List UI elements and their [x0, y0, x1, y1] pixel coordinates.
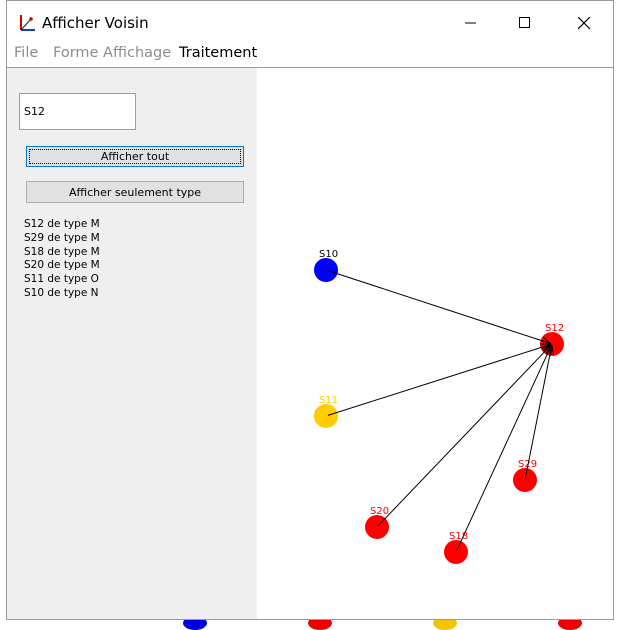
graph-node-s12[interactable]: S12 — [540, 323, 564, 356]
node-label: S20 — [370, 506, 389, 517]
afficher-tout-button[interactable]: Afficher tout — [26, 146, 244, 167]
graph-svg: S10 S12 S11 S29 S20 S18 — [314, 249, 564, 564]
node-circle[interactable] — [444, 540, 468, 564]
app-window: Afficher Voisin File Forme Affichage Tra… — [6, 0, 614, 620]
edge-s11-s12 — [327, 345, 550, 416]
edge-s18-s12 — [456, 346, 551, 551]
minimize-button[interactable] — [448, 7, 494, 39]
control-panel: Afficher tout Afficher seulement type S1… — [7, 68, 257, 619]
maximize-icon — [519, 17, 530, 28]
edge-s10-s12 — [327, 270, 550, 344]
window-title: Afficher Voisin — [42, 14, 149, 32]
edge-s20-s12 — [378, 345, 550, 526]
node-circle[interactable] — [513, 468, 537, 492]
node-label: S10 — [319, 249, 338, 260]
list-item: S12 de type M — [24, 218, 100, 230]
graph-canvas[interactable]: S10 S12 S11 S29 S20 S18 — [257, 68, 613, 619]
graph-node-s29[interactable]: S29 — [513, 459, 537, 492]
node-circle[interactable] — [314, 404, 338, 428]
node-circle[interactable] — [314, 258, 338, 282]
neighbor-result-list: S12 de type M S29 de type M S18 de type … — [24, 218, 100, 301]
maximize-button[interactable] — [502, 7, 548, 39]
node-search-input[interactable] — [19, 93, 136, 130]
node-label: S11 — [319, 395, 338, 406]
list-item: S29 de type M — [24, 231, 100, 244]
menu-bar: File Forme Affichage Traitement — [7, 43, 613, 68]
graph-node-s11[interactable]: S11 — [314, 395, 338, 428]
close-button[interactable] — [561, 7, 607, 39]
list-item: S11 de type O — [24, 273, 99, 286]
close-icon — [577, 16, 590, 29]
menu-forme-affichage[interactable]: Forme Affichage — [53, 45, 171, 61]
title-bar[interactable]: Afficher Voisin — [7, 1, 613, 43]
menu-file[interactable]: File — [14, 45, 38, 61]
graph-node-s20[interactable]: S20 — [365, 506, 389, 539]
app-icon — [20, 15, 35, 31]
graph-node-s10[interactable]: S10 — [314, 249, 338, 282]
list-item: S20 de type M — [24, 259, 100, 272]
menu-traitement[interactable]: Traitement — [179, 45, 257, 61]
afficher-type-button[interactable]: Afficher seulement type — [26, 181, 244, 203]
list-item: S10 de type N — [24, 286, 99, 299]
list-item: S18 de type M — [24, 245, 100, 258]
node-label: S12 — [545, 323, 564, 334]
graph-node-s18[interactable]: S18 — [444, 531, 468, 564]
edge-s29-s12 — [524, 346, 551, 479]
minimize-icon — [465, 22, 476, 24]
